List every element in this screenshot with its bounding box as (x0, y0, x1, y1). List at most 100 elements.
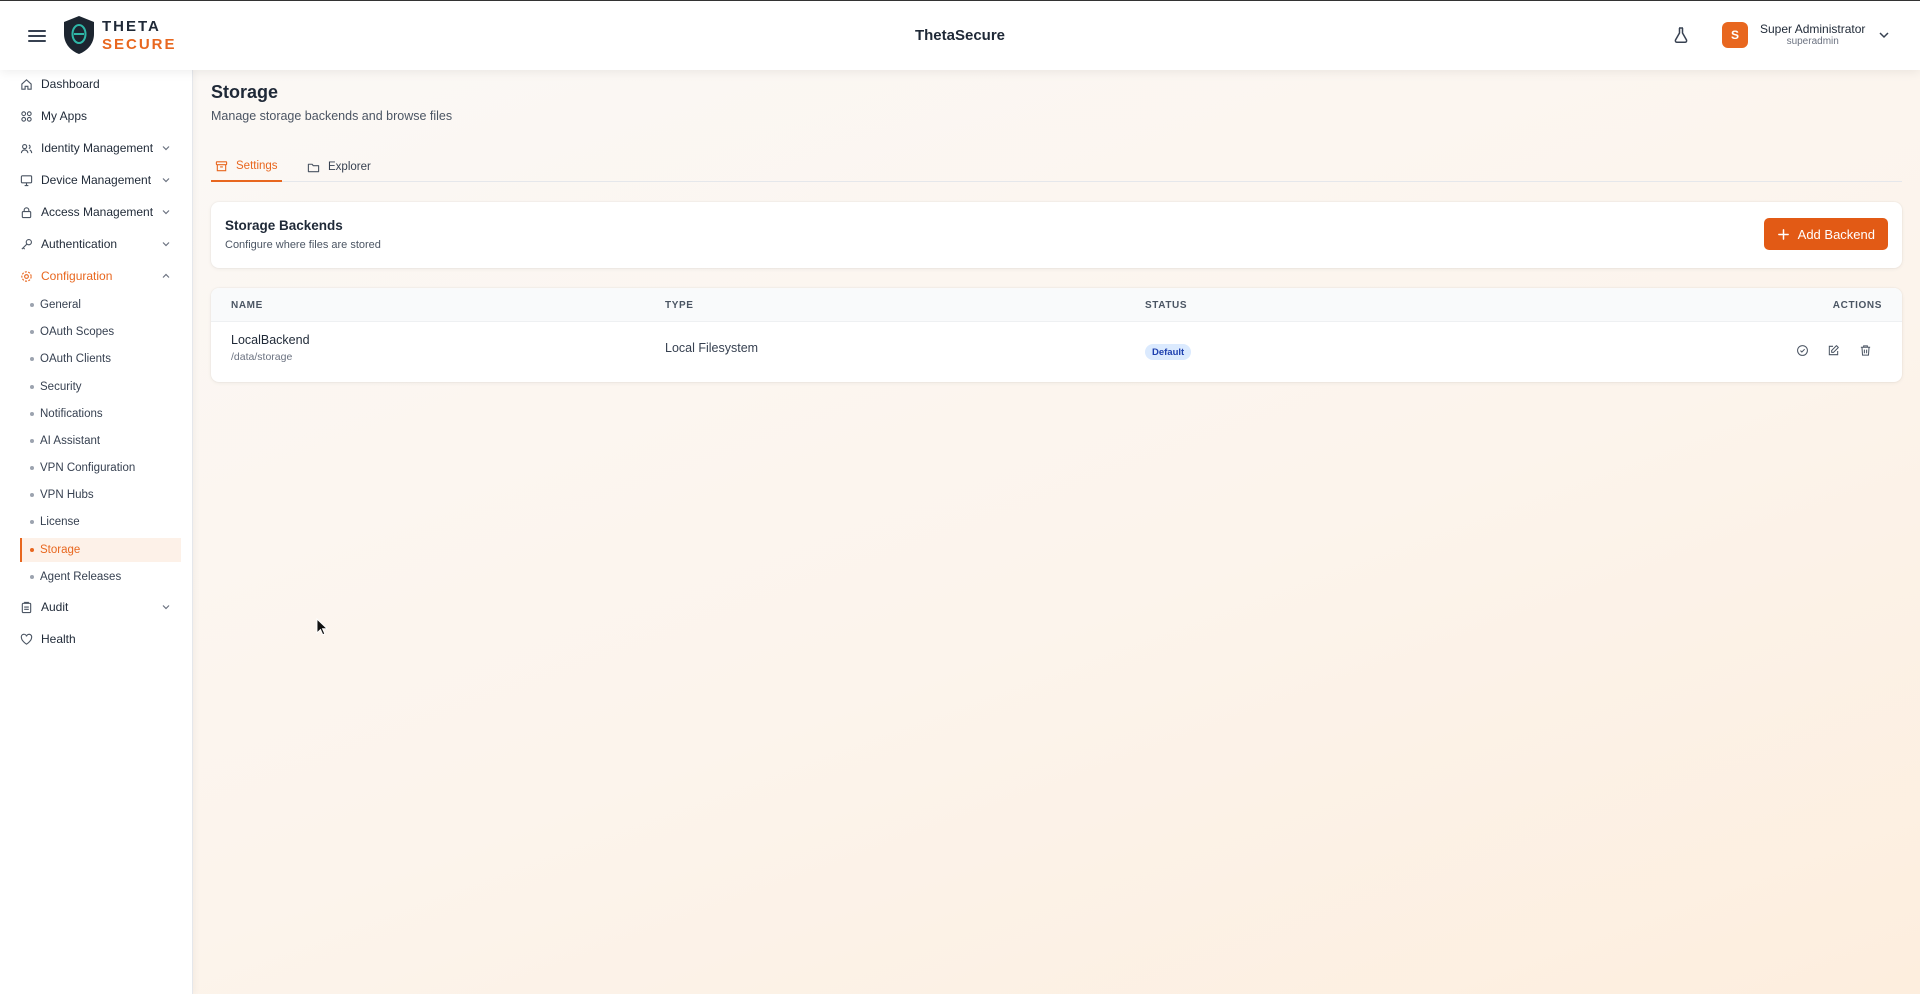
card-subtitle: Configure where files are stored (225, 239, 381, 251)
sidebar-item-label: Identity Management (41, 141, 154, 155)
column-header-type: TYPE (665, 300, 694, 311)
sidebar-subitem-label: Security (40, 381, 82, 393)
sidebar-item-audit[interactable]: Audit (0, 594, 193, 620)
backend-name: LocalBackend (231, 333, 310, 347)
avatar: S (1722, 22, 1748, 49)
heart-icon (20, 633, 33, 645)
storage-backends-card: Storage Backends Configure where files a… (211, 202, 1902, 268)
sidebar-item-device-management[interactable]: Device Management (0, 167, 193, 193)
sidebar-subitem-oauth-scopes[interactable]: OAuth Scopes (20, 320, 181, 344)
column-header-name: NAME (231, 300, 263, 311)
sidebar-subitem-label: Agent Releases (40, 571, 122, 583)
sidebar-item-label: Audit (41, 600, 69, 614)
backend-type: Local Filesystem (665, 341, 759, 355)
sidebar-item-label: Configuration (41, 269, 113, 283)
bullet-dot (30, 548, 34, 552)
sidebar-item-dashboard[interactable]: Dashboard (0, 71, 193, 97)
sidebar-item-label: Health (41, 632, 76, 646)
bullet-dot (30, 493, 34, 497)
archive-icon (215, 160, 228, 171)
tab-explorer[interactable]: Explorer (307, 152, 371, 182)
users-icon (20, 143, 33, 153)
tab-bar: Settings Explorer (211, 152, 1902, 182)
sidebar-subitem-general[interactable]: General (20, 293, 181, 317)
edit-button[interactable] (1825, 342, 1841, 358)
sidebar-subitem-label: VPN Hubs (40, 489, 94, 501)
bullet-dot (30, 330, 34, 334)
sidebar-item-authentication[interactable]: Authentication (0, 231, 193, 257)
bullet-dot (30, 412, 34, 416)
test-connection-button[interactable] (1794, 342, 1810, 358)
user-username: superadmin (1786, 36, 1839, 48)
sidebar-subitem-license[interactable]: License (20, 510, 181, 534)
bullet-dot (30, 303, 34, 307)
tab-settings[interactable]: Settings (211, 152, 282, 182)
column-header-status: STATUS (1145, 300, 1188, 311)
page-title: Storage (211, 82, 279, 102)
sidebar-subitem-vpn-configuration[interactable]: VPN Configuration (20, 456, 181, 480)
main-content: Storage Manage storage backends and brow… (193, 70, 1920, 994)
bullet-dot (30, 520, 34, 524)
plus-icon (1777, 228, 1789, 240)
sidebar-item-label: Device Management (41, 173, 152, 187)
add-backend-button[interactable]: Add Backend (1763, 218, 1888, 250)
sidebar-item-my-apps[interactable]: My Apps (0, 103, 193, 129)
sidebar-subitem-label: VPN Configuration (40, 462, 136, 474)
tab-label: Settings (236, 160, 278, 172)
tab-label: Explorer (328, 161, 371, 173)
delete-button[interactable] (1857, 342, 1873, 358)
chevron-down-icon (1879, 32, 1889, 39)
sidebar-item-configuration[interactable]: Configuration (0, 263, 193, 289)
user-name: Super Administrator (1760, 22, 1866, 36)
sidebar-item-access-management[interactable]: Access Management (0, 199, 193, 225)
add-backend-label: Add Backend (1797, 226, 1875, 242)
clipboard-icon (21, 601, 32, 613)
chevron-down-icon (162, 242, 170, 247)
chevron-down-icon (162, 146, 170, 151)
monitor-icon (20, 174, 33, 186)
sidebar-subitem-label: AI Assistant (40, 435, 101, 447)
top-header: THETA SECURE ThetaSecure S Super Adminis… (0, 0, 1920, 70)
sidebar-subitem-vpn-hubs[interactable]: VPN Hubs (20, 483, 181, 507)
edit-icon (1828, 344, 1839, 355)
chevron-down-icon (162, 605, 170, 610)
sidebar-subitem-label: OAuth Scopes (40, 326, 115, 338)
sidebar-subitem-label: OAuth Clients (40, 353, 111, 365)
trash-icon (1860, 344, 1870, 356)
sidebar-subitem-security[interactable]: Security (20, 375, 181, 399)
sidebar-item-label: Dashboard (41, 77, 100, 91)
bullet-dot (30, 357, 34, 361)
sidebar: Dashboard My Apps Identity Management De… (0, 70, 193, 994)
sidebar-subitem-oauth-clients[interactable]: OAuth Clients (20, 347, 181, 371)
sidebar-item-identity-management[interactable]: Identity Management (0, 135, 193, 161)
backend-path: /data/storage (231, 351, 293, 363)
table-row: LocalBackend /data/storage Local Filesys… (211, 322, 1902, 382)
card-title: Storage Backends (225, 218, 343, 233)
user-menu[interactable]: S Super Administrator superadmin (1722, 22, 1891, 49)
sidebar-subitem-label: General (40, 299, 81, 311)
bullet-dot (30, 575, 34, 579)
sidebar-subitem-label: License (40, 516, 80, 528)
sidebar-subitem-agent-releases[interactable]: Agent Releases (20, 565, 181, 589)
sidebar-subitem-label: Notifications (40, 408, 103, 420)
table-header: NAME TYPE STATUS ACTIONS (211, 288, 1902, 322)
sidebar-subitem-storage[interactable]: Storage (20, 538, 181, 562)
home-icon (21, 78, 32, 90)
flask-icon[interactable] (1672, 26, 1690, 44)
bullet-dot (30, 385, 34, 389)
sidebar-item-health[interactable]: Health (0, 626, 193, 652)
check-circle-icon (1796, 344, 1808, 356)
apps-grid-icon (21, 110, 32, 122)
column-header-actions: ACTIONS (1832, 300, 1882, 311)
sidebar-subitem-notifications[interactable]: Notifications (20, 402, 181, 426)
key-icon (21, 238, 32, 250)
sidebar-item-label: Authentication (41, 237, 118, 251)
chevron-down-icon (162, 210, 170, 215)
chevron-down-icon (162, 178, 170, 183)
folder-icon (307, 163, 320, 172)
sidebar-subitem-label: Storage (40, 544, 81, 556)
sidebar-subitem-ai-assistant[interactable]: AI Assistant (20, 429, 181, 453)
chevron-up-icon (162, 273, 170, 278)
sidebar-item-label: Access Management (41, 205, 154, 219)
page-subtitle: Manage storage backends and browse files (211, 109, 453, 123)
